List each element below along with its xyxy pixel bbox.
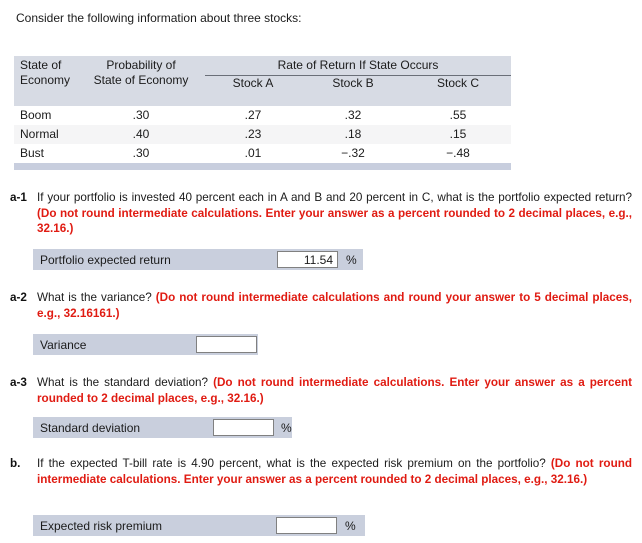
cell-probability: .30 [132,108,150,122]
answer-label-expected-risk-premium: Expected risk premium [40,518,163,533]
cell-state: Boom [20,108,52,122]
unit-percent-a1: % [346,252,357,267]
question-b-body: If the expected T-bill rate is 4.90 perc… [37,457,551,470]
cell-stock-a: .23 [244,127,262,141]
question-a3-label: a-3 [10,376,27,389]
question-b-label: b. [10,457,21,470]
column-header-probability: Probability of State of Economy [86,58,196,88]
unit-percent-a3: % [281,420,292,435]
column-header-state-line2: Economy [20,73,71,87]
cell-stock-a: .01 [244,146,262,160]
cell-stock-c: −.48 [446,146,470,160]
table-column-header-row: State of Economy Probability of State of… [14,58,511,106]
column-header-state-line1: State of [20,58,62,72]
intro-text: Consider the following information about… [16,11,302,25]
column-header-prob-line2: State of Economy [93,73,189,87]
column-header-stock-b: Stock B [332,76,374,90]
table-row: Normal .40 .23 .18 .15 [14,125,511,144]
question-block-a2: a-2 What is the variance? (Do not round i… [10,290,632,321]
question-a2-text: a-2 What is the variance? (Do not round i… [10,290,632,321]
answer-row-portfolio-expected-return: Portfolio expected return % [33,249,363,270]
column-header-state-of-economy: State of Economy [20,58,70,88]
cell-stock-c: .55 [449,108,467,122]
cell-probability: .40 [132,127,150,141]
input-expected-risk-premium[interactable] [276,517,337,534]
cell-state: Normal [20,127,59,141]
unit-percent-b: % [345,518,356,533]
question-a3-text: a-3 What is the standard deviation? (Do n… [10,375,632,406]
answer-label-variance: Variance [40,337,87,352]
question-a1-text: a-1 If your portfolio is invested 40 perc… [10,190,632,237]
question-block-a1: a-1 If your portfolio is invested 40 perc… [10,190,632,237]
answer-label-portfolio-expected-return: Portfolio expected return [40,252,171,267]
question-a2-body: What is the variance? [37,291,156,304]
cell-stock-c: .15 [449,127,467,141]
question-block-a3: a-3 What is the standard deviation? (Do n… [10,375,632,406]
table-row: Boom .30 .27 .32 .55 [14,106,511,125]
answer-label-standard-deviation: Standard deviation [40,420,141,435]
input-standard-deviation[interactable] [213,419,274,436]
question-a1-label: a-1 [10,191,27,204]
cell-state: Bust [20,146,45,160]
cell-stock-b: −.32 [341,146,365,160]
answer-row-expected-risk-premium: Expected risk premium % [33,515,365,536]
question-block-b: b. If the expected T-bill rate is 4.90 pe… [10,456,632,487]
input-variance[interactable] [196,336,257,353]
question-b-text: b. If the expected T-bill rate is 4.90 pe… [10,456,632,487]
cell-probability: .30 [132,146,150,160]
question-a3-body: What is the standard deviation? [37,376,214,389]
question-a2-label: a-2 [10,291,27,304]
table-body: Boom .30 .27 .32 .55 Normal .40 .23 .18 … [14,106,511,163]
answer-row-standard-deviation: Standard deviation % [33,417,292,438]
column-header-prob-line1: Probability of [106,58,176,72]
table-row: Bust .30 .01 −.32 −.48 [14,144,511,163]
cell-stock-b: .18 [344,127,362,141]
table-header: Rate of Return If State Occurs State of … [14,56,511,106]
input-portfolio-expected-return[interactable] [277,251,338,268]
cell-stock-a: .27 [244,108,262,122]
group-header-rate-of-return: Rate of Return If State Occurs [277,58,439,72]
answer-row-variance: Variance [33,334,258,355]
question-a1-instruction: (Do not round intermediate calculations.… [37,206,632,236]
question-a1-body: If your portfolio is invested 40 percent… [37,191,632,204]
column-header-stock-c: Stock C [436,76,479,90]
table-footer-bar [14,163,511,170]
cell-stock-b: .32 [344,108,362,122]
column-header-stock-a: Stock A [232,76,274,90]
stock-information-table: Rate of Return If State Occurs State of … [14,56,511,170]
